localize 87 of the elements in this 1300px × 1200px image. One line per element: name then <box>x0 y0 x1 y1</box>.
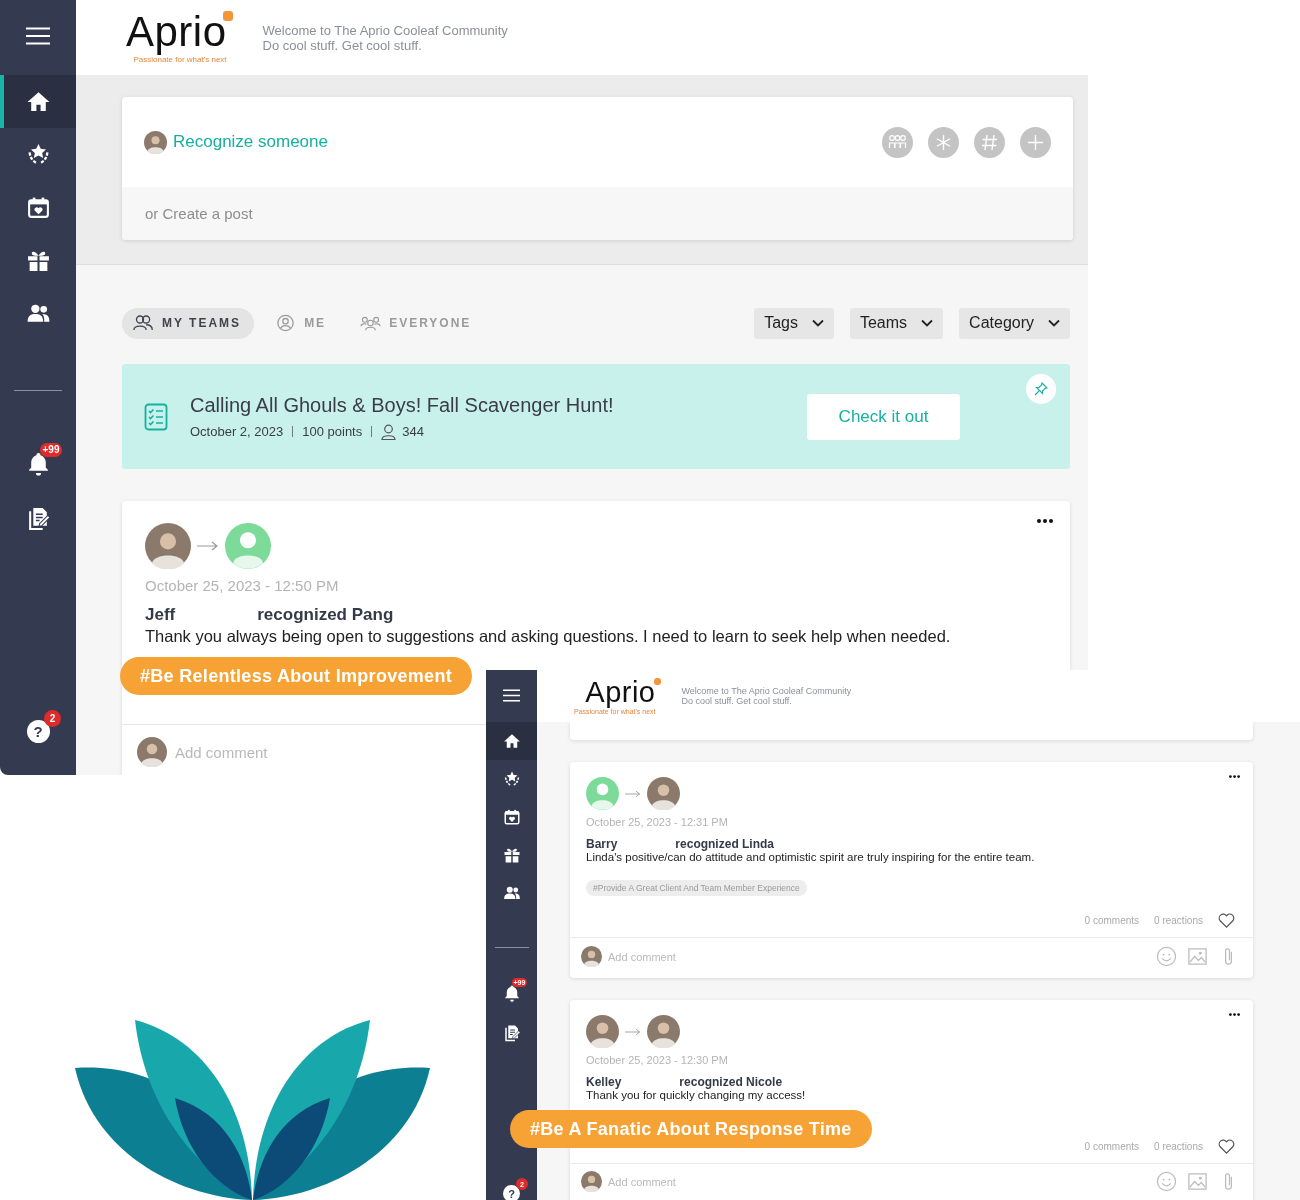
create-post-field[interactable]: or Create a post <box>122 187 1073 240</box>
event-title: Calling All Ghouls & Boys! Fall Scavenger Hunt! <box>190 393 615 417</box>
post-date: October 25, 2023 - 12:31 PM <box>586 816 729 828</box>
avatar-icon <box>144 130 167 154</box>
avatar-icon <box>581 1171 602 1192</box>
notification-count: +99 <box>39 443 63 457</box>
documents-icon[interactable] <box>502 1024 521 1042</box>
logo-mark-icon <box>653 677 661 685</box>
logo-tagline: Passionate for what's next <box>133 55 227 64</box>
avatar-icon <box>647 777 680 810</box>
reaction-count[interactable]: 0 reactions <box>1154 1141 1203 1152</box>
filter-dropdown[interactable]: Tags <box>754 307 834 339</box>
heart-icon[interactable] <box>1218 1139 1235 1154</box>
recognition-text: recognized Nicole <box>679 1075 783 1089</box>
welcome-title: Welcome to The Aprio Cooleaf Community <box>262 22 508 38</box>
event-date: October 2, 2023 <box>190 424 284 439</box>
welcome-subtitle: Do cool stuff. Get cool stuff. <box>262 37 423 53</box>
logo-wordmark[interactable]: Aprio <box>585 677 656 707</box>
home-icon <box>502 732 521 750</box>
recognition-text: recognized Pang <box>257 605 394 625</box>
bell-icon[interactable] <box>502 984 521 1002</box>
help-button[interactable]: ? <box>503 1185 520 1200</box>
group-icon <box>360 314 382 332</box>
avatar-icon <box>225 523 271 569</box>
feed-tab[interactable]: ME <box>264 307 340 339</box>
value-tag[interactable]: #Provide A Great Client And Team Member Experience <box>586 880 807 896</box>
avatar-icon <box>145 523 191 569</box>
nav-item[interactable] <box>0 75 76 128</box>
avatar-icon <box>137 737 167 767</box>
calendar-heart-icon <box>25 195 51 220</box>
star-laurel-icon <box>502 770 521 788</box>
nav-item[interactable] <box>486 722 537 760</box>
arrow-icon <box>625 789 641 798</box>
pin-icon <box>1034 382 1048 396</box>
comment-field[interactable]: Add comment <box>175 743 268 761</box>
help-count: 2 <box>44 710 61 727</box>
heart-icon[interactable] <box>1218 913 1235 928</box>
filter-dropdown[interactable]: Category <box>959 307 1070 339</box>
chevron-down-icon <box>1048 319 1060 327</box>
comment-field[interactable]: Add comment <box>608 1175 676 1188</box>
post-message: Linda's positive/can do attitude and optimistic spirit are truly inspiring for the entire team. <box>586 851 1036 863</box>
menu-icon[interactable] <box>503 689 520 702</box>
feed-tab[interactable]: EVERYONE <box>349 307 485 339</box>
avatar-icon <box>586 1015 619 1048</box>
filter-dropdown[interactable]: Teams <box>849 307 944 339</box>
check-it-out-button[interactable]: Check it out <box>807 393 960 440</box>
post-message: Thank you for quickly changing my access! <box>586 1089 807 1101</box>
feed-tab[interactable]: MY TEAMS <box>122 307 255 339</box>
chevron-down-icon <box>811 319 824 327</box>
post-date: October 25, 2023 - 12:30 PM <box>586 1054 729 1066</box>
avatar-icon <box>586 777 619 810</box>
post-message: Thank you always being open to suggestions and asking questions. I need to learn to seek help when needed. <box>145 627 952 646</box>
welcome-title: Welcome to The Aprio Cooleaf Community <box>681 686 852 696</box>
arrow-icon <box>625 1027 641 1036</box>
more-icon[interactable] <box>1037 519 1053 523</box>
giver-name: Barry <box>586 837 618 851</box>
chevron-down-icon <box>921 319 934 327</box>
comment-field[interactable]: Add comment <box>608 950 676 963</box>
arrow-icon <box>197 541 219 551</box>
welcome-subtitle: Do cool stuff. Get cool stuff. <box>681 696 793 706</box>
event-points: 100 points <box>302 424 363 439</box>
recognition-text: recognized Linda <box>675 837 775 851</box>
person-icon <box>381 423 397 440</box>
giver-name: Kelley <box>586 1075 622 1089</box>
comment-count[interactable]: 0 comments <box>1084 915 1140 926</box>
home-icon <box>25 89 51 114</box>
user-circle-icon <box>275 314 297 332</box>
giver-name: Jeff <box>145 605 176 625</box>
comment-count[interactable]: 0 comments <box>1084 1141 1140 1152</box>
avatar-icon <box>647 1015 680 1048</box>
checklist-icon <box>144 402 168 431</box>
pin-button[interactable] <box>1026 374 1056 404</box>
value-tag[interactable]: #Be A Fanatic About Response Time <box>510 1110 872 1148</box>
people-icon <box>133 314 154 332</box>
gift-icon <box>502 846 521 864</box>
help-button[interactable]: ? <box>26 720 50 743</box>
participant-count: 344 <box>402 424 424 439</box>
value-tag[interactable]: #Be Relentless About Improvement <box>120 657 472 695</box>
reaction-count[interactable]: 0 reactions <box>1154 915 1203 926</box>
more-icon[interactable] <box>1229 1013 1240 1016</box>
menu-icon[interactable] <box>26 27 50 45</box>
more-icon[interactable] <box>1229 775 1240 778</box>
recognize-link[interactable]: Recognize someone <box>173 132 328 152</box>
post-date: October 25, 2023 - 12:50 PM <box>145 577 340 594</box>
people-icon <box>502 884 521 902</box>
avatar-icon <box>581 946 602 967</box>
logo-wordmark[interactable]: Aprio <box>126 11 227 53</box>
